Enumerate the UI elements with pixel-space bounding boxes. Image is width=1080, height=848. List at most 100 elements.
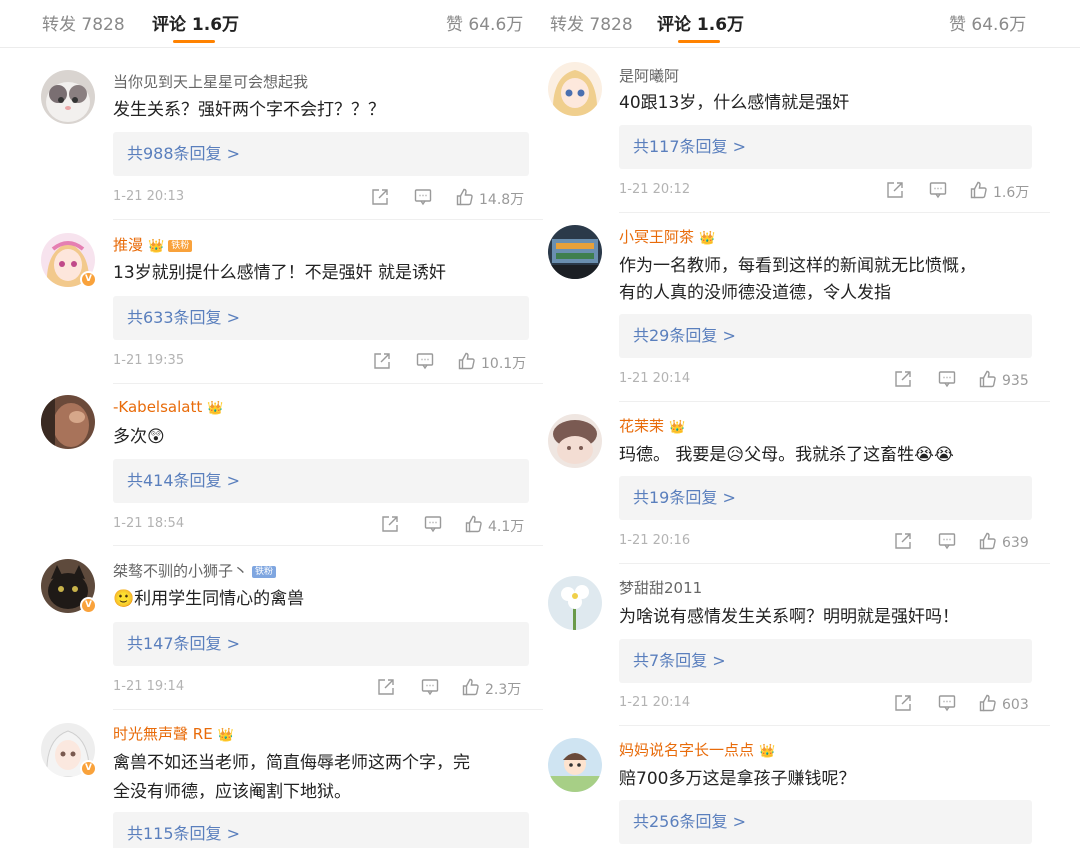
username[interactable]: 当你见到天上星星可会想起我 xyxy=(113,71,308,92)
avatar[interactable] xyxy=(548,576,602,630)
username[interactable]: 时光無声聲 RE 👑 xyxy=(113,723,234,744)
verified-badge: V xyxy=(80,271,97,288)
username-text: 小冥王阿茶 xyxy=(619,228,695,246)
like-count: 603 xyxy=(1002,697,1029,713)
comment-icon[interactable] xyxy=(937,531,957,553)
comment-item: -Kabelsalatt 👑 多次😲 共414条回复 > 1-21 18:54 4… xyxy=(0,384,543,546)
tab-comments[interactable]: 评论 1.6万 xyxy=(657,10,744,35)
like-count: 2.3万 xyxy=(485,682,522,698)
timestamp: 1-21 20:13 xyxy=(113,189,185,204)
like-button[interactable]: 14.8万 xyxy=(455,187,524,211)
verified-badge: V xyxy=(80,760,97,777)
username[interactable]: 花茉茉 👑 xyxy=(619,415,685,436)
crown-icon: 👑 xyxy=(148,239,165,254)
tab-likes[interactable]: 赞 64.6万 xyxy=(446,10,523,35)
comment-icon[interactable] xyxy=(423,514,443,536)
share-icon[interactable] xyxy=(885,180,905,202)
comment-text: 为啥说有感情发生关系啊？明明就是强奸吗！ xyxy=(619,607,959,627)
comment-panel-left: 转发 7828 评论 1.6万 赞 64.6万 当你见到天上星星可会想起我 发生… xyxy=(0,0,543,848)
view-replies-button[interactable]: 共19条回复 > xyxy=(619,476,1032,520)
view-replies-button[interactable]: 共414条回复 > xyxy=(113,459,529,503)
share-icon[interactable] xyxy=(370,187,390,209)
like-button[interactable]: 10.1万 xyxy=(457,351,526,375)
username[interactable]: 桀骜不驯的小狮子丶 铁粉 xyxy=(113,560,277,581)
avatar[interactable] xyxy=(41,395,95,449)
comment-item: 妈妈说名字长一点点 👑 赔700多万这是拿孩子赚钱呢？ 共256条回复 > xyxy=(543,726,1066,848)
tab-repost[interactable]: 转发 7828 xyxy=(42,10,125,35)
like-button[interactable]: 603 xyxy=(978,693,1029,717)
tab-likes-count: 64.6万 xyxy=(971,15,1027,35)
thumbs-up-icon xyxy=(464,514,484,538)
comment-item: 是阿曦阿 40跟13岁，什么感情就是强奸 共117条回复 > 1-21 20:1… xyxy=(543,48,1066,213)
timestamp: 1-21 20:16 xyxy=(619,533,691,548)
like-button[interactable]: 639 xyxy=(978,531,1029,555)
view-replies-button[interactable]: 共256条回复 > xyxy=(619,800,1032,844)
username[interactable]: 小冥王阿茶 👑 xyxy=(619,226,715,247)
tab-bar: 转发 7828 评论 1.6万 赞 64.6万 xyxy=(543,0,1080,48)
view-replies-button[interactable]: 共633条回复 > xyxy=(113,296,529,340)
screenshot-stage: 转发 7828 评论 1.6万 赞 64.6万 当你见到天上星星可会想起我 发生… xyxy=(0,0,1080,848)
timestamp: 1-21 20:14 xyxy=(619,371,691,386)
share-icon[interactable] xyxy=(893,531,913,553)
view-replies-button[interactable]: 共115条回复 > xyxy=(113,812,529,848)
avatar[interactable] xyxy=(41,70,95,124)
view-replies-button[interactable]: 共147条回复 > xyxy=(113,622,529,666)
tab-comments[interactable]: 评论 1.6万 xyxy=(152,10,239,35)
like-count: 14.8万 xyxy=(479,192,525,208)
avatar[interactable] xyxy=(548,62,602,116)
view-replies-button[interactable]: 共117条回复 > xyxy=(619,125,1032,169)
share-icon[interactable] xyxy=(893,369,913,391)
like-button[interactable]: 1.6万 xyxy=(969,180,1029,204)
tab-repost[interactable]: 转发 7828 xyxy=(550,10,633,35)
share-icon[interactable] xyxy=(372,351,392,373)
tab-likes[interactable]: 赞 64.6万 xyxy=(949,10,1026,35)
view-replies-button[interactable]: 共988条回复 > xyxy=(113,132,529,176)
like-button[interactable]: 4.1万 xyxy=(464,514,524,538)
tab-repost-count: 7828 xyxy=(589,15,633,35)
tab-comments-count: 1.6万 xyxy=(696,15,745,35)
crown-icon: 👑 xyxy=(207,401,224,416)
tab-bar: 转发 7828 评论 1.6万 赞 64.6万 xyxy=(0,0,543,48)
comment-icon[interactable] xyxy=(937,369,957,391)
comment-icon[interactable] xyxy=(413,187,433,209)
comment-meta: 1-21 20:14 935 xyxy=(619,369,1032,391)
comment-meta: 1-21 19:14 2.3万 xyxy=(113,677,529,699)
like-button[interactable]: 935 xyxy=(978,369,1029,393)
share-icon[interactable] xyxy=(380,514,400,536)
comment-icon[interactable] xyxy=(928,180,948,202)
comment-icon[interactable] xyxy=(420,677,440,699)
anime-girl-avatar-image xyxy=(548,62,602,116)
username[interactable]: 推漫 👑 铁粉 xyxy=(113,234,193,255)
crown-icon: 👑 xyxy=(669,420,686,435)
username[interactable]: 妈妈说名字长一点点 👑 xyxy=(619,739,775,760)
comment-meta: 1-21 20:16 639 xyxy=(619,531,1032,553)
view-replies-button[interactable]: 共7条回复 > xyxy=(619,639,1032,683)
username-text: 时光無声聲 RE xyxy=(113,725,213,743)
comment-item: V 桀骜不驯的小狮子丶 铁粉 🙂利用学生同情心的禽兽 共147条回复 > 1-21… xyxy=(0,546,543,710)
comment-item: V 推漫 👑 铁粉 13岁就别提什么感情了！不是强奸 就是诱奸 共633条回复 > … xyxy=(0,220,543,384)
share-icon[interactable] xyxy=(893,693,913,715)
flower-avatar-image xyxy=(548,576,602,630)
thumbs-up-icon xyxy=(969,180,989,204)
view-replies-button[interactable]: 共29条回复 > xyxy=(619,314,1032,358)
comment-icon[interactable] xyxy=(937,693,957,715)
avatar[interactable] xyxy=(548,414,602,468)
crown-icon: 👑 xyxy=(217,728,234,743)
username[interactable]: 梦甜甜2011 xyxy=(619,577,702,598)
username[interactable]: 是阿曦阿 xyxy=(619,65,679,86)
timestamp: 1-21 20:12 xyxy=(619,182,691,197)
crown-icon: 👑 xyxy=(699,231,716,246)
like-count: 639 xyxy=(1002,535,1029,551)
comment-icon[interactable] xyxy=(415,351,435,373)
verified-badge: V xyxy=(80,597,97,614)
tab-repost-label: 转发 xyxy=(42,15,76,35)
comment-meta: 1-21 18:54 4.1万 xyxy=(113,514,529,536)
thumbs-up-icon xyxy=(457,351,477,375)
username[interactable]: -Kabelsalatt 👑 xyxy=(113,398,223,416)
like-button[interactable]: 2.3万 xyxy=(461,677,521,701)
share-icon[interactable] xyxy=(376,677,396,699)
username-text: 推漫 xyxy=(113,236,144,254)
avatar[interactable] xyxy=(548,738,602,792)
avatar[interactable] xyxy=(548,225,602,279)
thumbs-up-icon xyxy=(461,677,481,701)
